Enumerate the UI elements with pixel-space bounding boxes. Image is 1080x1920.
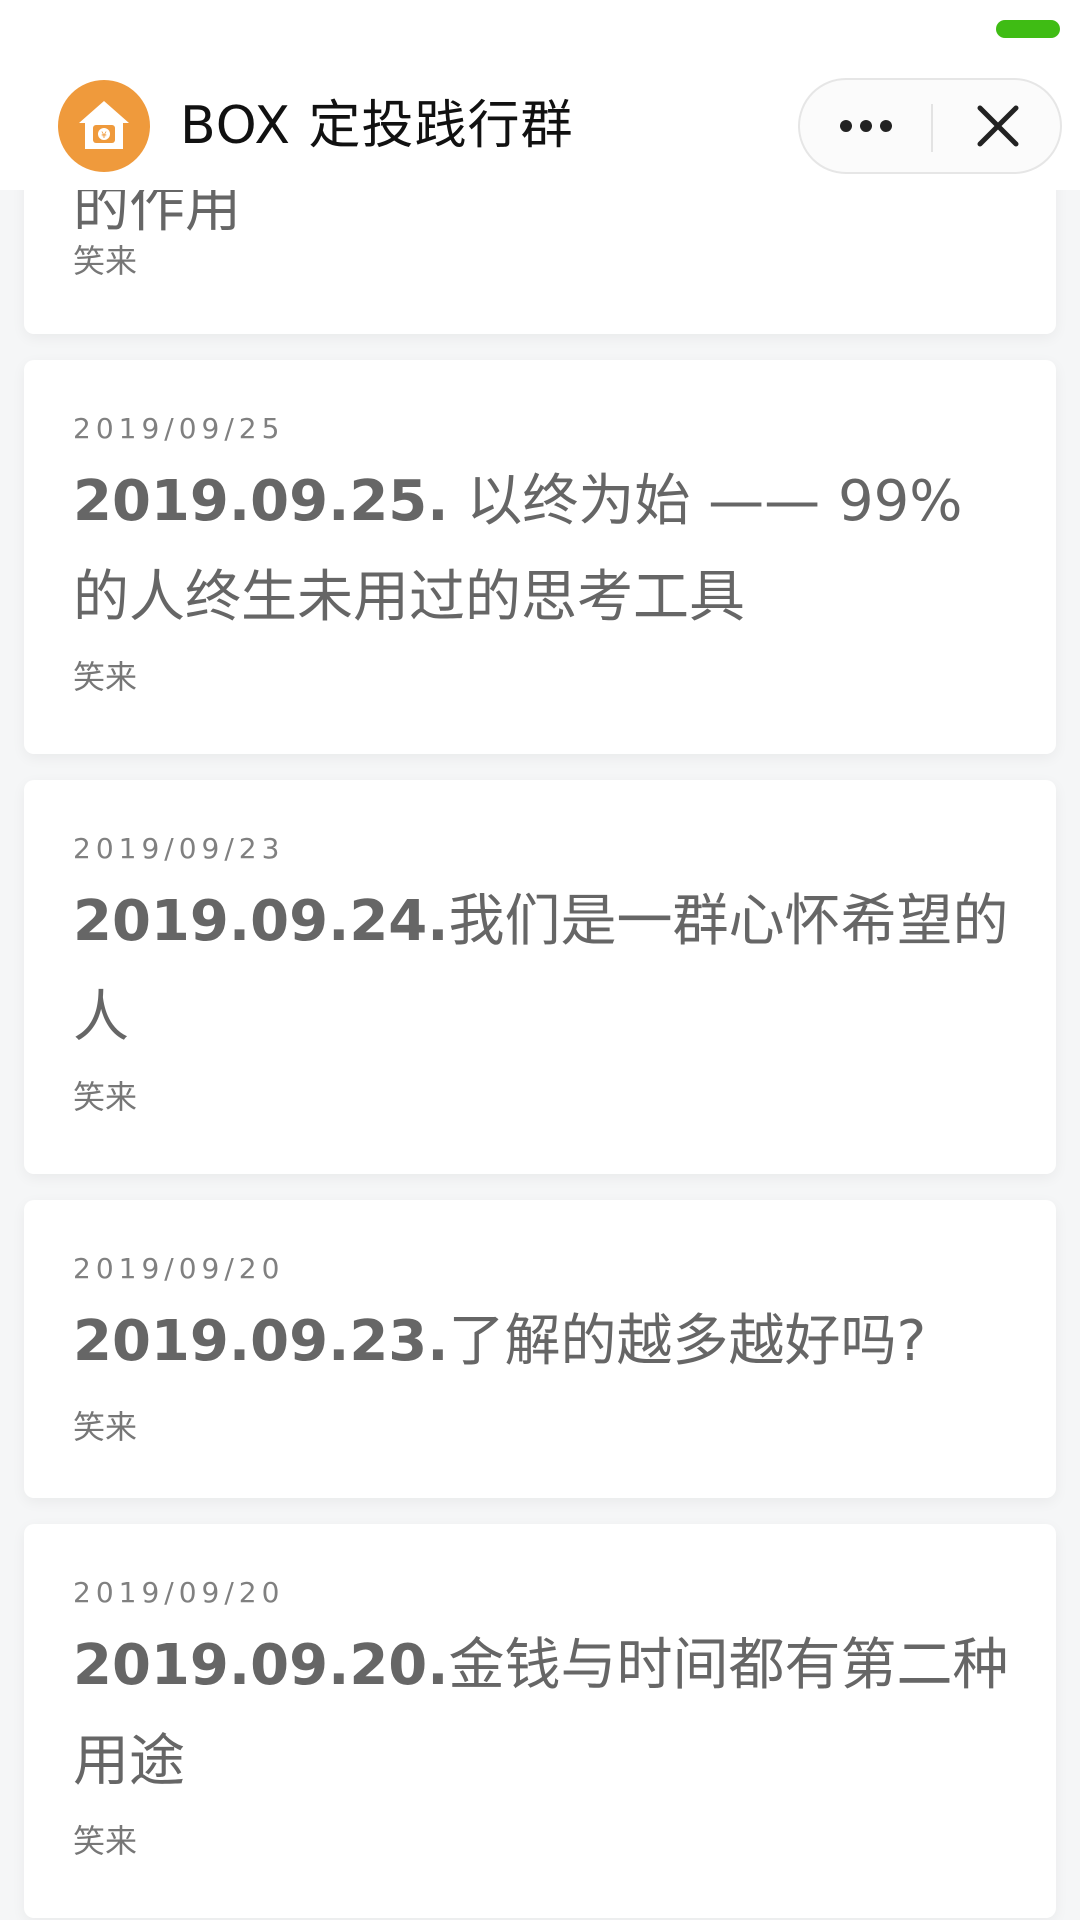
article-author: 笑来 bbox=[73, 1408, 138, 1446]
svg-text:¥: ¥ bbox=[101, 131, 107, 141]
article-title: 2019.09.23.了解的越多越好吗? bbox=[73, 1294, 1013, 1390]
article-author: 笑来 bbox=[73, 658, 138, 696]
article-title-date: 2019.09.20. bbox=[73, 1633, 449, 1698]
app-title: BOX 定投践行群 bbox=[180, 96, 574, 156]
article-card[interactable]: 2019/09/23 2019.09.24.我们是一群心怀希望的人 笑来 bbox=[24, 780, 1056, 1174]
capsule-menu bbox=[798, 78, 1062, 174]
article-author: 笑来 bbox=[73, 1078, 138, 1116]
article-date: 2019/09/20 bbox=[73, 1576, 285, 1609]
article-card[interactable]: 2019/09/20 2019.09.20.金钱与时间都有第二种用途 笑来 bbox=[24, 1524, 1056, 1918]
close-button[interactable] bbox=[933, 80, 1062, 172]
article-title: 2019.09.20.金钱与时间都有第二种用途 bbox=[73, 1618, 1013, 1810]
article-title: 2019.09.25. 以终为始 —— 99% 的人终生未用过的思考工具 bbox=[73, 454, 1013, 646]
close-icon bbox=[977, 105, 1018, 147]
article-card[interactable]: 2019/09/25 2019.09.25. 以终为始 —— 99% 的人终生未… bbox=[24, 360, 1056, 754]
article-title-date: 2019.09.23. bbox=[73, 1309, 449, 1374]
article-card[interactable]: 2019/09/20 2019.09.23.了解的越多越好吗? 笑来 bbox=[24, 1200, 1056, 1498]
status-indicator bbox=[996, 20, 1060, 38]
more-dots-icon bbox=[839, 120, 892, 132]
article-date: 2019/09/25 bbox=[73, 412, 285, 445]
article-date: 2019/09/23 bbox=[73, 832, 285, 865]
more-button[interactable] bbox=[800, 80, 931, 172]
mini-program-header: ¥ BOX 定投践行群 bbox=[0, 0, 1080, 190]
article-date: 2019/09/20 bbox=[73, 1252, 285, 1285]
page: 的作用 笑来 ¥ BOX 定投践行群 2019/09/25 2019.09.25… bbox=[0, 0, 1080, 1920]
article-author: 笑来 bbox=[73, 242, 138, 280]
piggy-house-icon: ¥ bbox=[58, 80, 150, 172]
article-title: 2019.09.24.我们是一群心怀希望的人 bbox=[73, 874, 1013, 1066]
article-title-text: 了解的越多越好吗? bbox=[448, 1309, 927, 1374]
article-author: 笑来 bbox=[73, 1822, 138, 1860]
article-title-date: 2019.09.25. bbox=[73, 469, 449, 534]
article-title-date: 2019.09.24. bbox=[73, 889, 449, 954]
